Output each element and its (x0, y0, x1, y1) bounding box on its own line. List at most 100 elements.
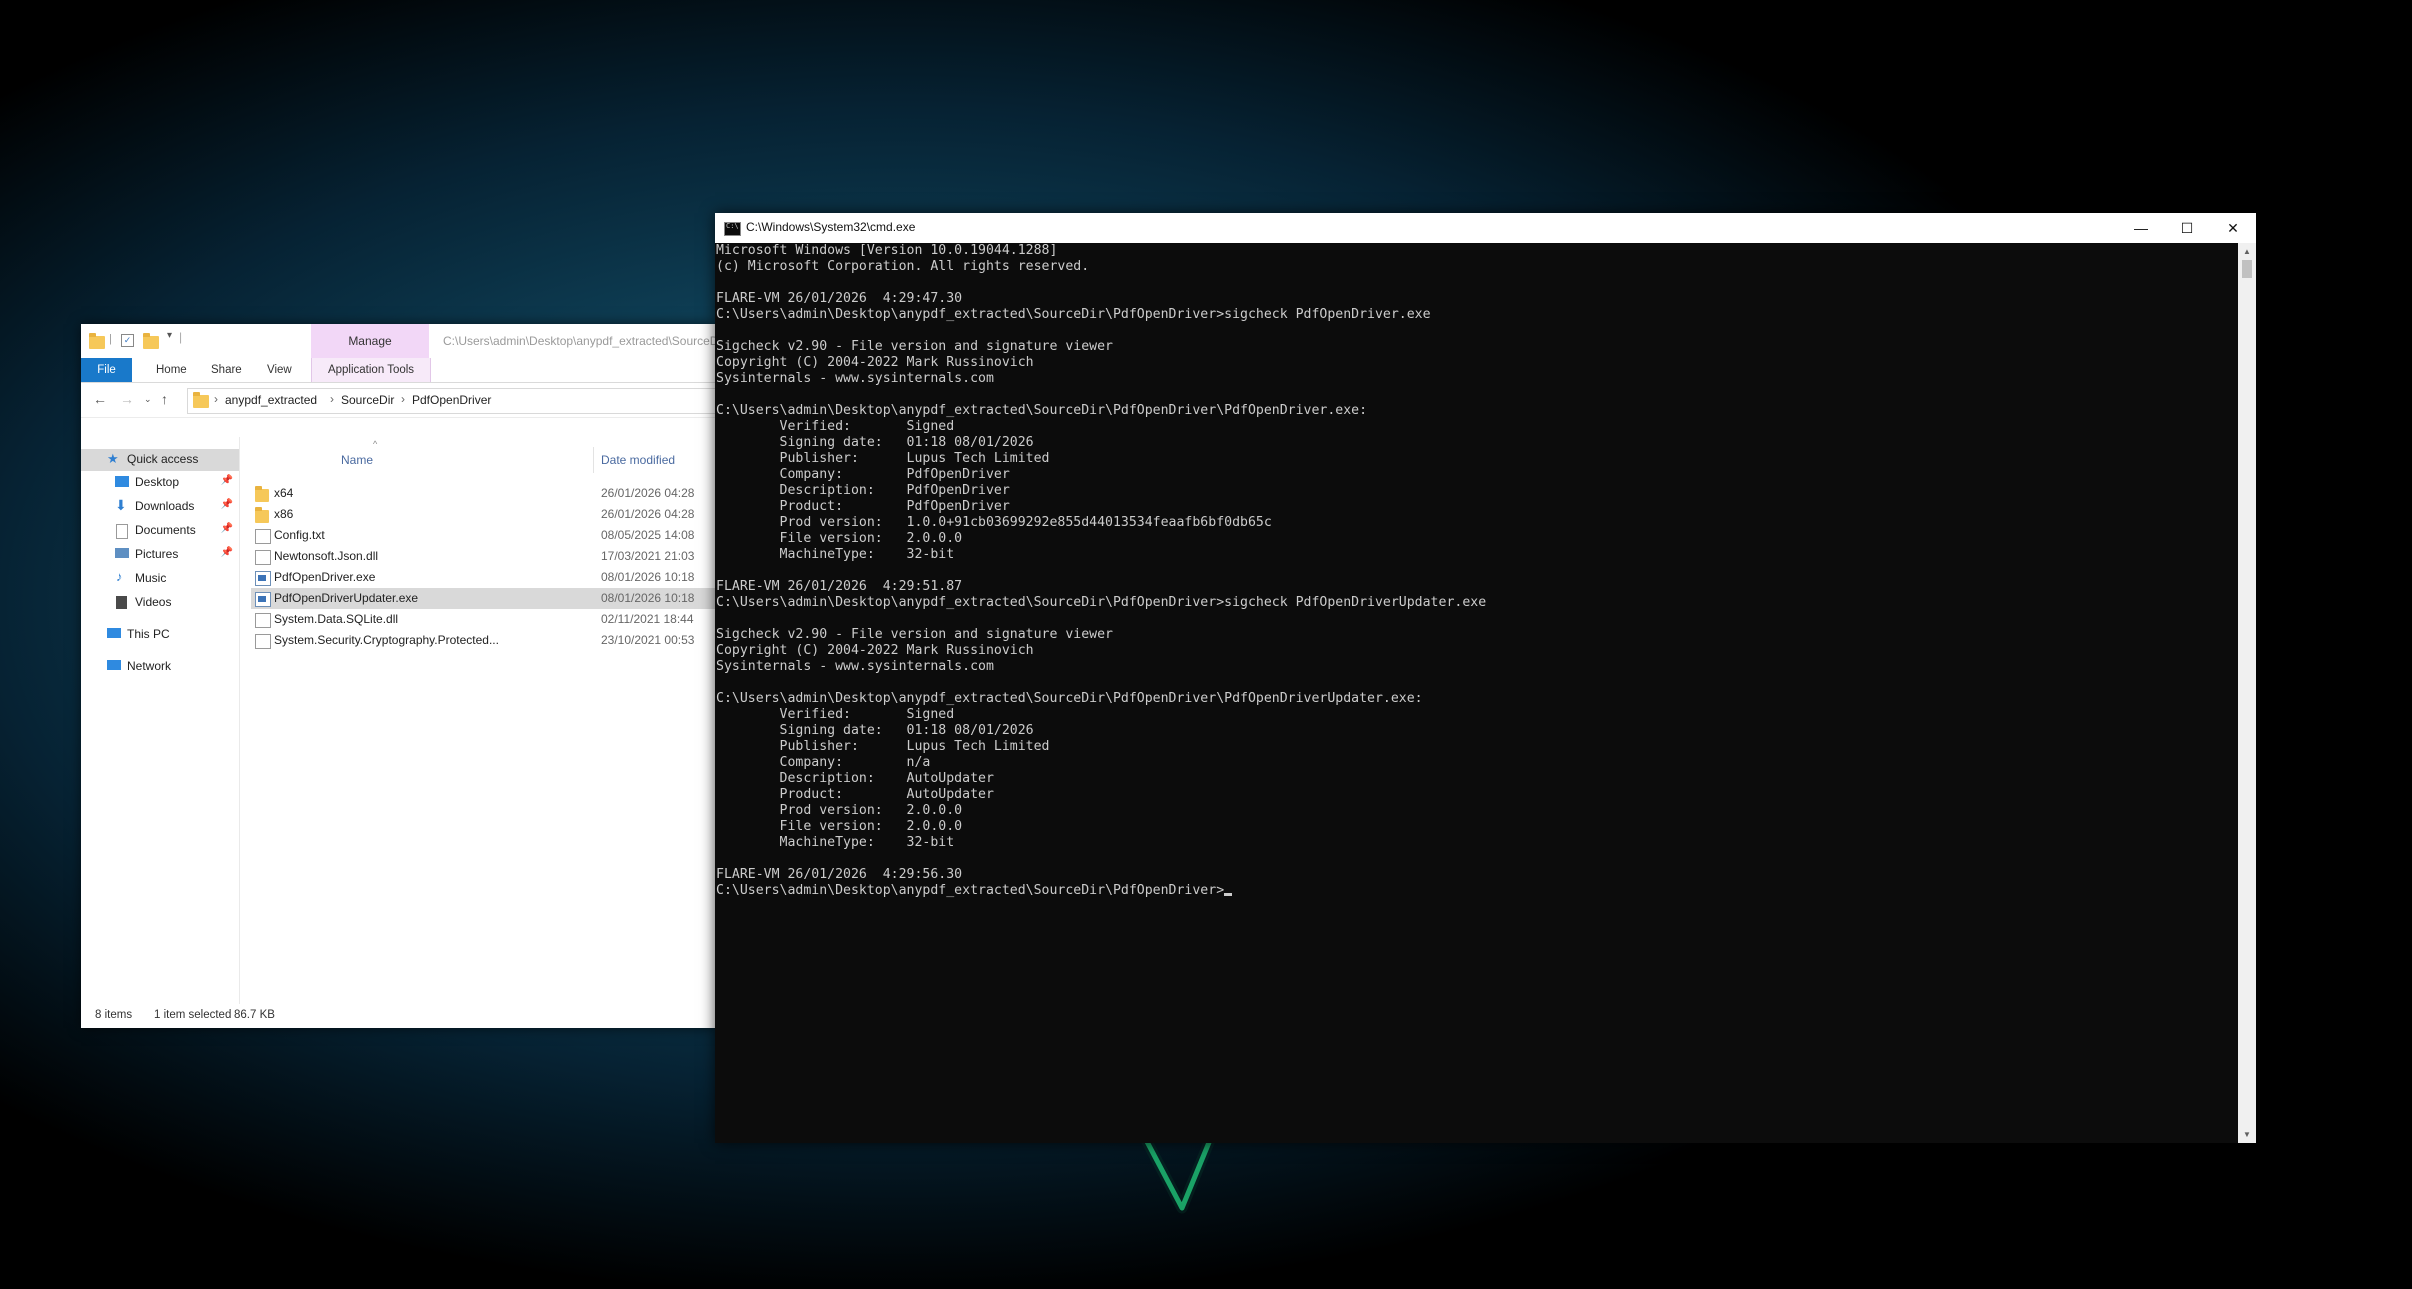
status-selection: 1 item selected (154, 1009, 232, 1021)
back-arrow-icon[interactable]: ← (93, 391, 107, 407)
manage-contextual-tab[interactable]: Manage (311, 324, 429, 358)
customize-qat-icon[interactable]: ▾ (167, 330, 172, 350)
nav-network[interactable]: Network (81, 656, 239, 678)
console-line: Sigcheck v2.90 - File version and signat… (716, 339, 1113, 354)
file-row[interactable]: Newtonsoft.Json.dll17/03/2021 21:03Appli… (251, 546, 716, 567)
nav-music[interactable]: ♪ Music (81, 568, 239, 590)
file-date-modified: 08/05/2025 14:08 (601, 528, 695, 542)
file-row[interactable]: x6426/01/2026 04:28File folder (251, 483, 716, 504)
wallpaper-glow-line (1139, 1133, 1216, 1214)
status-item-count: 8 items (95, 1009, 133, 1021)
properties-icon[interactable]: ✓ (121, 334, 134, 347)
file-row[interactable]: Config.txt08/05/2025 14:08Text Docu (251, 525, 716, 546)
vertical-scrollbar[interactable]: ▲ ▼ (2238, 243, 2256, 1143)
file-row[interactable]: PdfOpenDriver.exe08/01/2026 10:18Applica… (251, 567, 716, 588)
folder-icon (89, 331, 105, 351)
console-line: File version: 2.0.0.0 (716, 819, 963, 834)
console-line: Signing date: 01:18 08/01/2026 (716, 723, 1034, 738)
file-name: PdfOpenDriverUpdater.exe (274, 591, 419, 605)
address-bar[interactable]: › anypdf_extracted › SourceDir › PdfOpen… (187, 388, 716, 414)
scroll-up-arrow-icon[interactable]: ▲ (2238, 243, 2256, 260)
console-line: Description: PdfOpenDriver (716, 483, 1010, 498)
up-arrow-icon[interactable]: ↑ (161, 391, 168, 407)
console-line: Description: AutoUpdater (716, 771, 994, 786)
music-note-icon: ♪ (116, 569, 123, 584)
window-title-path: C:\Users\admin\Desktop\anypdf_extracted\… (443, 334, 716, 348)
file-row[interactable]: System.Data.SQLite.dll02/11/2021 18:44Ap… (251, 609, 716, 630)
column-divider[interactable] (593, 447, 594, 473)
folder-icon (255, 486, 269, 502)
breadcrumb-sourcedir[interactable]: SourceDir (341, 393, 394, 407)
console-line: Product: AutoUpdater (716, 787, 994, 802)
close-icon[interactable]: ✕ (2210, 213, 2256, 243)
cmd-app-icon (724, 222, 741, 236)
console-line: Sysinternals - www.sysinternals.com (716, 659, 994, 674)
console-line: Product: PdfOpenDriver (716, 499, 1010, 514)
tab-view[interactable]: View (267, 358, 292, 382)
new-folder-icon[interactable] (143, 331, 159, 351)
dll-file-icon (255, 613, 271, 628)
breadcrumb-pdfopendriver[interactable]: PdfOpenDriver (412, 393, 491, 407)
documents-icon (116, 524, 128, 539)
nav-pictures[interactable]: Pictures 📌 (81, 544, 239, 566)
file-row[interactable]: x8626/01/2026 04:28File folder (251, 504, 716, 525)
breadcrumb-chevron-icon: › (330, 392, 334, 406)
console-line: C:\Users\admin\Desktop\anypdf_extracted\… (716, 595, 1487, 610)
file-name: x86 (274, 507, 294, 521)
column-header-name[interactable]: Name (341, 453, 373, 467)
console-line: C:\Users\admin\Desktop\anypdf_extracted\… (716, 403, 1368, 418)
file-explorer-window: | ✓ ▾ | Manage C:\Users\admin\Desktop\an… (81, 324, 716, 1028)
nav-downloads[interactable]: ⬇ Downloads 📌 (81, 496, 239, 518)
console-line: FLARE-VM 26/01/2026 4:29:51.87 (716, 579, 963, 594)
file-date-modified: 08/01/2026 10:18 (601, 570, 695, 584)
nav-this-pc[interactable]: This PC (81, 624, 239, 646)
tab-file[interactable]: File (81, 358, 132, 382)
scrollbar-thumb[interactable] (2242, 260, 2252, 278)
download-arrow-icon: ⬇ (115, 497, 127, 513)
console-line: Sysinternals - www.sysinternals.com (716, 371, 994, 386)
console-line: Microsoft Windows [Version 10.0.19044.12… (716, 243, 1058, 258)
separator-icon: | (109, 333, 112, 345)
address-row: ← → ⌄ ↑ › anypdf_extracted › SourceDir ›… (81, 383, 716, 418)
cmd-titlebar[interactable]: C:\Windows\System32\cmd.exe — ☐ ✕ (715, 213, 2256, 243)
file-row[interactable]: System.Security.Cryptography.Protected..… (251, 630, 716, 651)
file-list: ^ Name Date modified Type x6426/01/2026 … (251, 437, 716, 1004)
scroll-down-arrow-icon[interactable]: ▼ (2238, 1126, 2256, 1143)
maximize-icon[interactable]: ☐ (2164, 213, 2210, 243)
nav-quick-access[interactable]: ★ Quick access (81, 449, 239, 471)
file-date-modified: 02/11/2021 18:44 (601, 612, 694, 626)
nav-documents[interactable]: Documents 📌 (81, 520, 239, 542)
file-date-modified: 23/10/2021 00:53 (601, 633, 695, 647)
file-row[interactable]: PdfOpenDriverUpdater.exe 08/01/2026 10:18… (251, 588, 716, 609)
cmd-window-title: C:\Windows\System32\cmd.exe (746, 220, 916, 234)
console-line: Copyright (C) 2004-2022 Mark Russinovich (716, 355, 1034, 370)
console-line: Prod version: 1.0.0+91cb03699292e855d440… (716, 515, 1272, 530)
file-date-modified: 08/01/2026 10:18 (601, 591, 695, 605)
console-prompt-line[interactable]: C:\Users\admin\Desktop\anypdf_extracted\… (716, 883, 2238, 899)
dll-file-icon (255, 634, 271, 649)
tab-share[interactable]: Share (211, 358, 242, 382)
minimize-icon[interactable]: — (2118, 213, 2164, 243)
nav-desktop[interactable]: Desktop 📌 (81, 472, 239, 494)
console-output[interactable]: Microsoft Windows [Version 10.0.19044.12… (716, 243, 2238, 1143)
text-file-icon (255, 529, 271, 544)
console-line: MachineType: 32-bit (716, 835, 955, 850)
dll-file-icon (255, 550, 271, 565)
breadcrumb-anypdf-extracted[interactable]: anypdf_extracted (225, 393, 317, 407)
exe-file-icon (255, 592, 271, 607)
pin-icon: 📌 (220, 475, 233, 486)
console-line: Company: n/a (716, 755, 931, 770)
forward-arrow-icon[interactable]: → (120, 391, 134, 407)
console-line: File version: 2.0.0.0 (716, 531, 963, 546)
tab-home[interactable]: Home (156, 358, 187, 382)
recent-locations-chevron-icon[interactable]: ⌄ (144, 394, 152, 405)
console-line: (c) Microsoft Corporation. All rights re… (716, 259, 1090, 274)
tab-application-tools[interactable]: Application Tools (311, 358, 431, 382)
nav-videos[interactable]: Videos (81, 592, 239, 614)
column-header-date-modified[interactable]: Date modified (601, 453, 675, 467)
console-line: Sigcheck v2.90 - File version and signat… (716, 627, 1113, 642)
